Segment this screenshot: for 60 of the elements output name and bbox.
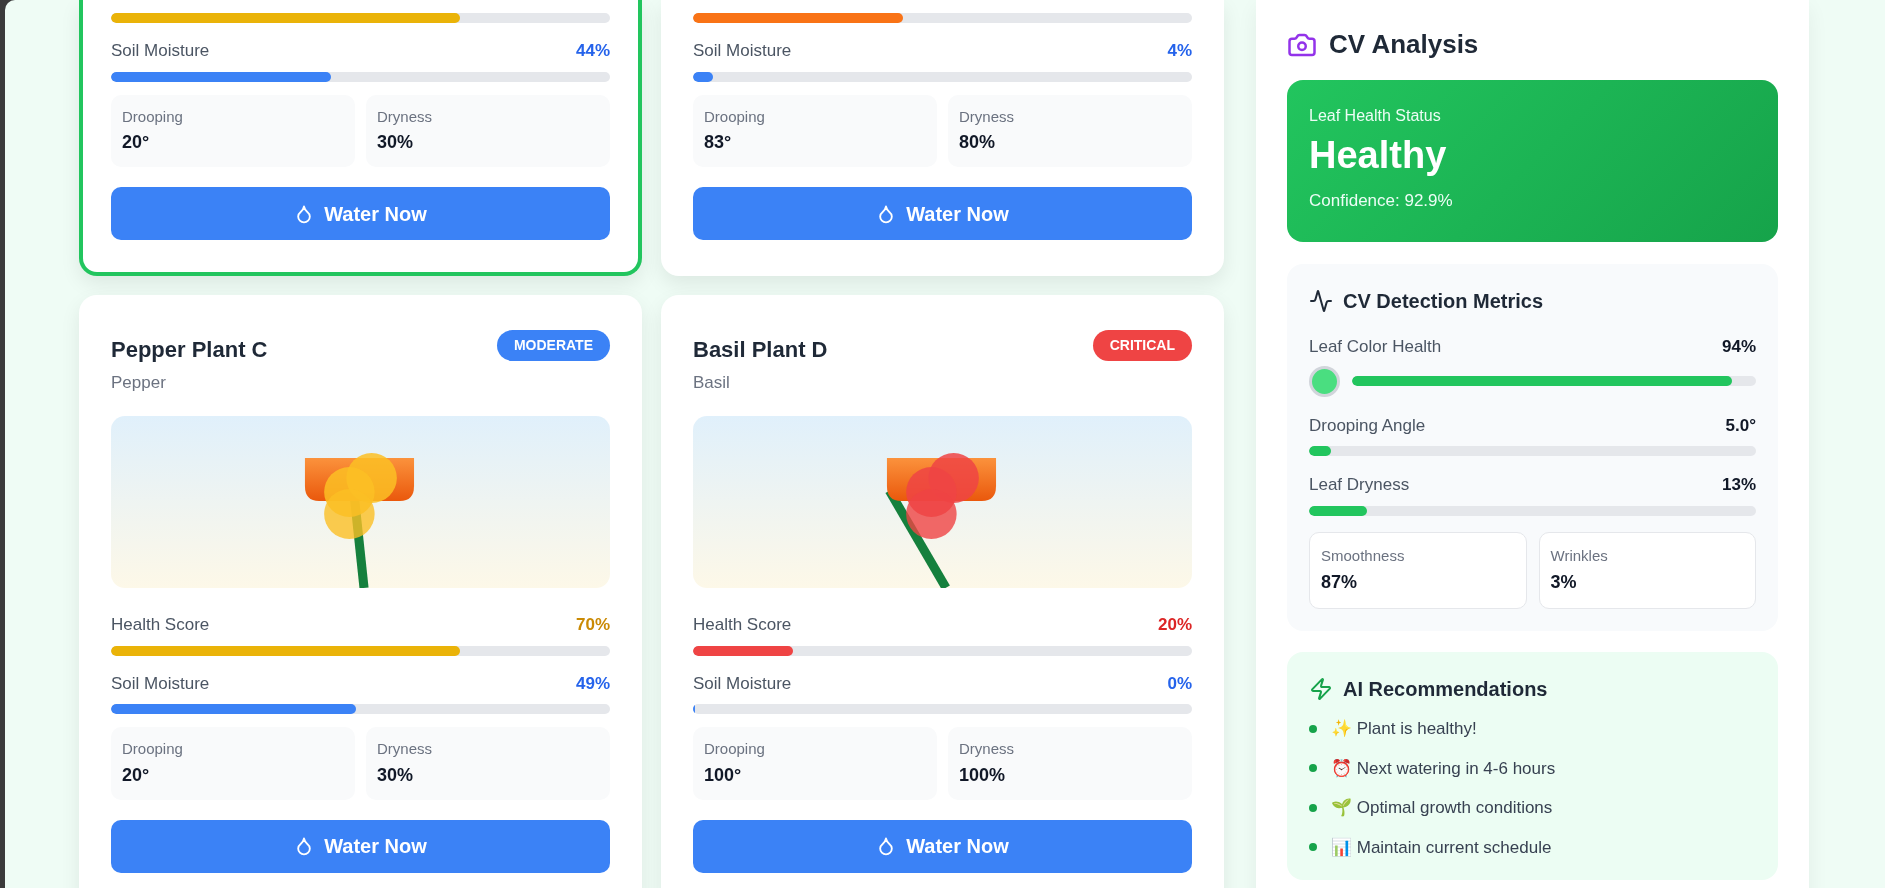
stat-value: 20° bbox=[122, 763, 151, 787]
stat-value: 100° bbox=[704, 763, 743, 787]
tile-label: Wrinkles bbox=[1550, 545, 1609, 566]
status-badge: CRITICAL bbox=[1092, 330, 1192, 361]
tile-value: 87% bbox=[1321, 571, 1359, 594]
metric-value: 4% bbox=[1167, 40, 1192, 62]
metric-value: 49% bbox=[575, 672, 610, 695]
status-label: Leaf Health Status bbox=[1309, 106, 1442, 126]
tile-label: Smoothness bbox=[1321, 545, 1406, 566]
stat-value: 83° bbox=[704, 131, 733, 154]
metric-label: Soil Moisture bbox=[111, 40, 210, 62]
metric-value: 20% bbox=[1157, 614, 1192, 636]
stat-value: 30% bbox=[377, 763, 415, 787]
stat-label: Dryness bbox=[377, 739, 433, 759]
plant-name: Basil Plant D bbox=[693, 336, 828, 364]
stat-label: Dryness bbox=[377, 106, 433, 127]
recommendation-text: 🌱 Optimal growth conditions bbox=[1331, 797, 1553, 819]
recommendations-title: AI Recommendations bbox=[1343, 677, 1548, 702]
stat-label: Drooping bbox=[122, 106, 184, 127]
plant-species: Pepper bbox=[111, 371, 167, 394]
stat-label: Drooping bbox=[122, 739, 184, 759]
recommendation-text: ⏰ Next watering in 4-6 hours bbox=[1331, 757, 1556, 780]
water-now-button[interactable]: Water Now bbox=[111, 819, 610, 873]
water-now-button[interactable]: Water Now bbox=[693, 187, 1192, 240]
stat-label: Dryness bbox=[959, 739, 1015, 759]
stat-label: Drooping bbox=[704, 106, 766, 127]
metric-label: Soil Moisture bbox=[111, 672, 210, 695]
status-badge: MODERATE bbox=[496, 330, 610, 361]
stat-label: Drooping bbox=[704, 739, 766, 759]
plant-name: Pepper Plant C bbox=[111, 336, 268, 364]
stat-value: 20° bbox=[122, 131, 151, 154]
metric-value: 0% bbox=[1167, 672, 1192, 695]
confidence-text: Confidence: 92.9% bbox=[1309, 189, 1454, 212]
metrics-title: CV Detection Metrics bbox=[1343, 289, 1544, 314]
metric-value: 94% bbox=[1721, 336, 1756, 358]
recommendation-text: 📊 Maintain current schedule bbox=[1331, 836, 1552, 859]
stat-value: 30% bbox=[377, 131, 415, 154]
metric-label: Soil Moisture bbox=[693, 672, 792, 695]
stat-value: 80% bbox=[959, 131, 997, 154]
pulse-icon bbox=[1309, 289, 1333, 313]
metric-label: Drooping Angle bbox=[1309, 414, 1426, 437]
metric-value: 70% bbox=[575, 614, 610, 636]
status-value: Healthy bbox=[1309, 133, 1448, 178]
plant-species: Basil bbox=[693, 371, 731, 394]
metric-value: 44% bbox=[575, 40, 610, 62]
metric-label: Health Score bbox=[111, 614, 210, 636]
metric-label: Leaf Color Health bbox=[1309, 336, 1442, 358]
water-now-button[interactable]: Water Now bbox=[693, 819, 1192, 873]
tile-value: 3% bbox=[1550, 571, 1578, 594]
stat-label: Dryness bbox=[959, 106, 1015, 127]
water-now-button[interactable]: Water Now bbox=[111, 187, 610, 240]
metric-label: Leaf Dryness bbox=[1309, 474, 1410, 496]
metric-label: Health Score bbox=[693, 614, 792, 636]
metric-label: Soil Moisture bbox=[693, 40, 792, 62]
metric-value: 13% bbox=[1721, 474, 1756, 496]
lightning-icon bbox=[1309, 677, 1333, 701]
recommendation-text: ✨ Plant is healthy! bbox=[1331, 718, 1477, 740]
stat-value: 100% bbox=[959, 763, 1007, 787]
panel-title: CV Analysis bbox=[1329, 28, 1479, 61]
metric-value: 5.0° bbox=[1725, 414, 1756, 437]
